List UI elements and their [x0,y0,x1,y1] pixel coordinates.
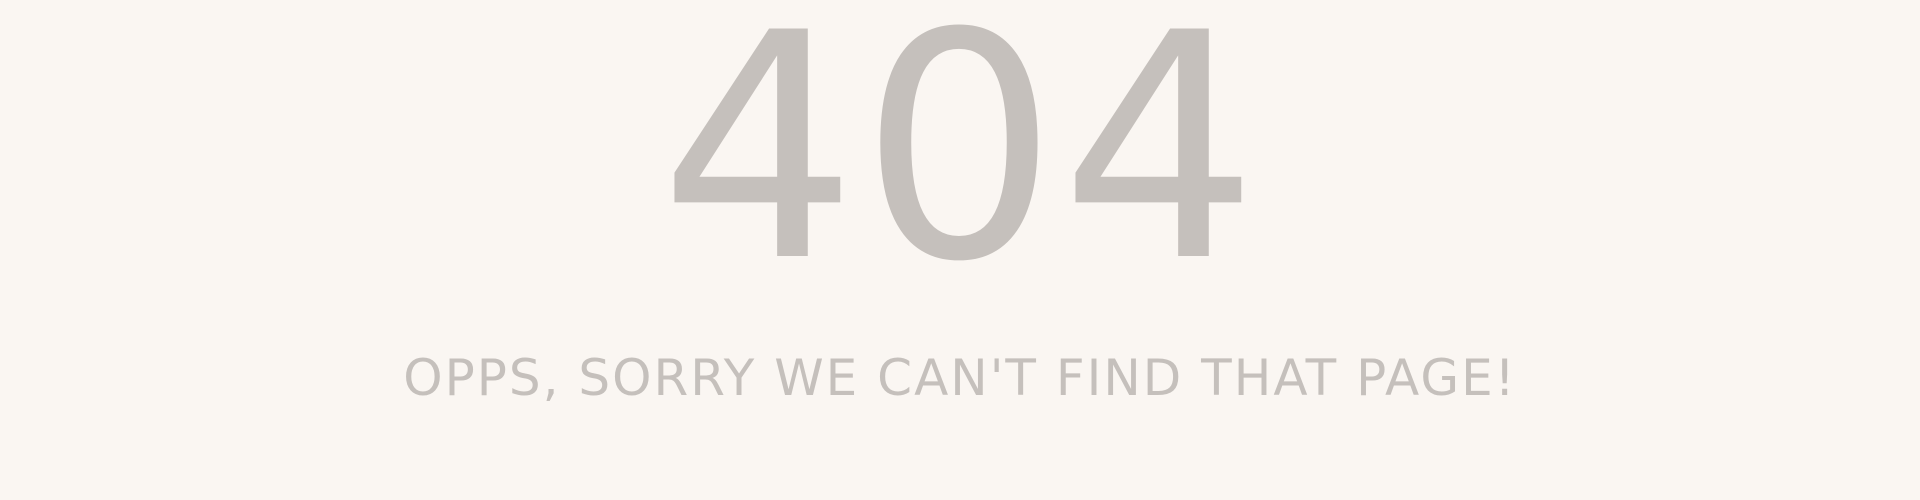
error-page: 404 OPPS, SORRY WE CAN'T FIND THAT PAGE! [0,0,1920,500]
error-code: 404 [659,0,1261,330]
error-message: OPPS, SORRY WE CAN'T FIND THAT PAGE! [403,349,1517,407]
